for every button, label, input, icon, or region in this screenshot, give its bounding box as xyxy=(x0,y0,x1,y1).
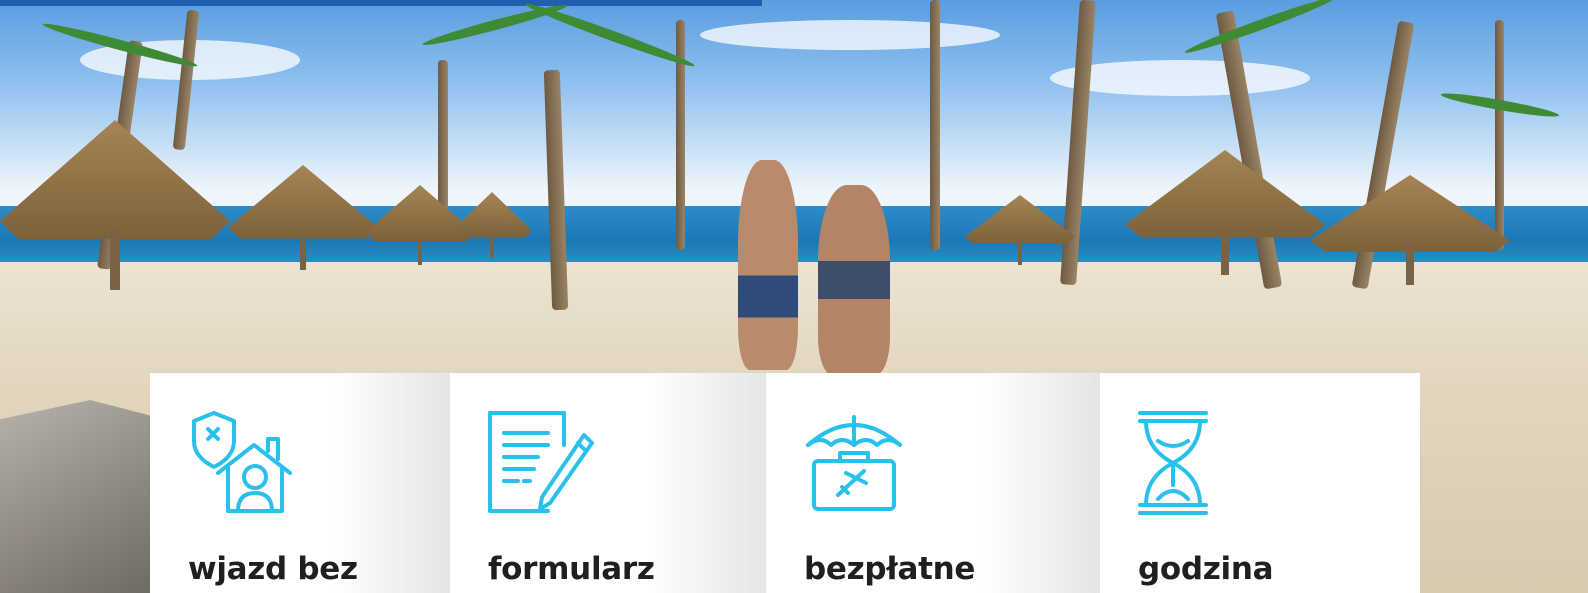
shield-house-person-icon xyxy=(192,411,292,513)
feature-card-form: formularz xyxy=(450,373,766,593)
palapa-hut xyxy=(965,195,1075,265)
palm-frond xyxy=(523,0,697,71)
feature-card-entry: wjazd bez xyxy=(150,373,450,593)
document-pencil-icon xyxy=(488,411,594,513)
person-man xyxy=(738,160,798,370)
cloud xyxy=(700,20,1000,50)
palapa-hut xyxy=(452,192,532,257)
hourglass-icon xyxy=(1138,411,1208,515)
feature-card-time: godzina xyxy=(1100,373,1420,593)
features-strip: wjazd bez formularz bezpłatne godzina xyxy=(150,373,1420,593)
umbrella-suitcase-plane-icon xyxy=(806,415,902,511)
palm-trunk xyxy=(930,0,940,250)
palapa-hut xyxy=(1310,175,1510,285)
palapa-hut xyxy=(0,120,230,290)
rock xyxy=(0,400,150,593)
palm-frond xyxy=(1183,0,1337,58)
palapa-hut xyxy=(228,165,378,270)
person-woman xyxy=(818,185,890,375)
palm-trunk xyxy=(676,20,685,250)
palapa-hut xyxy=(1125,150,1325,275)
top-accent-bar xyxy=(0,0,762,6)
feature-title: godzina xyxy=(1138,551,1274,587)
feature-card-free: bezpłatne xyxy=(766,373,1100,593)
